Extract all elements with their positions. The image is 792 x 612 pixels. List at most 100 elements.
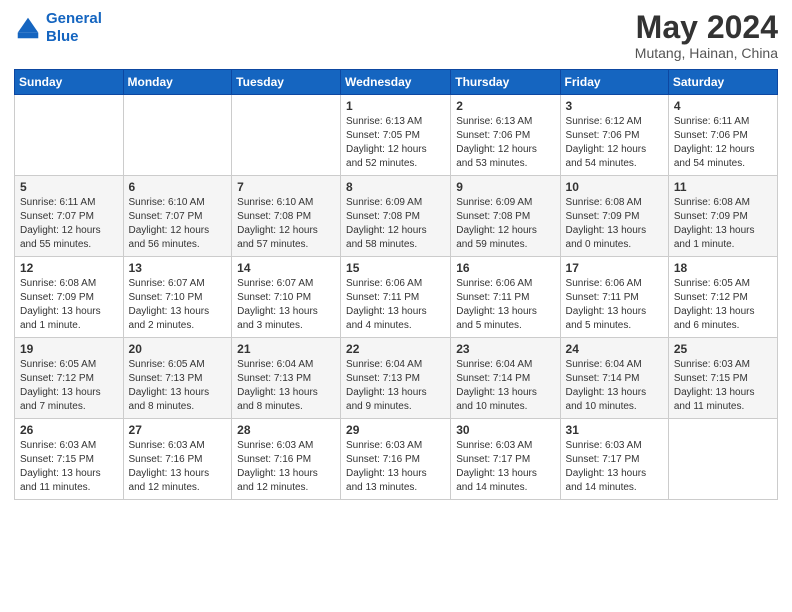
calendar-cell-4-4: 22 Sunrise: 6:04 AM Sunset: 7:13 PM Dayli… (341, 338, 451, 419)
day-number: 2 (456, 99, 554, 113)
calendar-week-3: 12 Sunrise: 6:08 AM Sunset: 7:09 PM Dayli… (15, 257, 778, 338)
day-number: 23 (456, 342, 554, 356)
calendar-cell-4-7: 25 Sunrise: 6:03 AM Sunset: 7:15 PM Dayli… (668, 338, 777, 419)
day-number: 10 (566, 180, 663, 194)
calendar-cell-1-6: 3 Sunrise: 6:12 AM Sunset: 7:06 PM Daylig… (560, 95, 668, 176)
day-info: Sunrise: 6:03 AM Sunset: 7:15 PM Dayligh… (20, 439, 118, 495)
calendar-cell-2-3: 7 Sunrise: 6:10 AM Sunset: 7:08 PM Daylig… (232, 176, 341, 257)
calendar-week-4: 19Sunrise: 6:05 AM Sunset: 7:12 PM Dayli… (15, 338, 778, 419)
day-info: Sunrise: 6:05 AM Sunset: 7:13 PM Dayligh… (129, 358, 227, 414)
day-info: Sunrise: 6:10 AM Sunset: 7:08 PM Dayligh… (237, 196, 335, 252)
calendar-cell-2-4: 8 Sunrise: 6:09 AM Sunset: 7:08 PM Daylig… (341, 176, 451, 257)
day-info: Sunrise: 6:08 AM Sunset: 7:09 PM Dayligh… (20, 277, 118, 333)
logo-blue: Blue (46, 28, 79, 45)
day-info: Sunrise: 6:07 AM Sunset: 7:10 PM Dayligh… (129, 277, 227, 333)
day-info: Sunrise: 6:06 AM Sunset: 7:11 PM Dayligh… (566, 277, 663, 333)
calendar-cell-4-2: 20 Sunrise: 6:05 AM Sunset: 7:13 PM Dayli… (123, 338, 232, 419)
calendar-cell-4-1: 19Sunrise: 6:05 AM Sunset: 7:12 PM Dayli… (15, 338, 124, 419)
calendar-cell-3-7: 18 Sunrise: 6:05 AM Sunset: 7:12 PM Dayli… (668, 257, 777, 338)
calendar-cell-5-5: 30Sunrise: 6:03 AM Sunset: 7:17 PM Dayli… (451, 419, 560, 500)
day-number: 19 (20, 342, 118, 356)
calendar-week-5: 26 Sunrise: 6:03 AM Sunset: 7:15 PM Dayli… (15, 419, 778, 500)
day-info: Sunrise: 6:08 AM Sunset: 7:09 PM Dayligh… (566, 196, 663, 252)
calendar-cell-5-2: 27Sunrise: 6:03 AM Sunset: 7:16 PM Dayli… (123, 419, 232, 500)
location: Mutang, Hainan, China (635, 45, 778, 61)
day-number: 27 (129, 423, 227, 437)
calendar-cell-3-6: 17 Sunrise: 6:06 AM Sunset: 7:11 PM Dayli… (560, 257, 668, 338)
day-number: 1 (346, 99, 445, 113)
day-number: 3 (566, 99, 663, 113)
day-info: Sunrise: 6:04 AM Sunset: 7:14 PM Dayligh… (566, 358, 663, 414)
day-number: 22 (346, 342, 445, 356)
page: General Blue May 2024 Mutang, Hainan, Ch… (0, 0, 792, 612)
calendar-header-saturday: Saturday (668, 70, 777, 95)
day-info: Sunrise: 6:13 AM Sunset: 7:05 PM Dayligh… (346, 115, 445, 171)
day-number: 28 (237, 423, 335, 437)
day-number: 7 (237, 180, 335, 194)
calendar-cell-5-4: 29 Sunrise: 6:03 AM Sunset: 7:16 PM Dayli… (341, 419, 451, 500)
calendar-cell-1-7: 4 Sunrise: 6:11 AM Sunset: 7:06 PM Daylig… (668, 95, 777, 176)
calendar-cell-4-5: 23 Sunrise: 6:04 AM Sunset: 7:14 PM Dayli… (451, 338, 560, 419)
day-number: 17 (566, 261, 663, 275)
calendar-header-sunday: Sunday (15, 70, 124, 95)
calendar-week-2: 5Sunrise: 6:11 AM Sunset: 7:07 PM Daylig… (15, 176, 778, 257)
day-info: Sunrise: 6:11 AM Sunset: 7:06 PM Dayligh… (674, 115, 772, 171)
day-info: Sunrise: 6:12 AM Sunset: 7:06 PM Dayligh… (566, 115, 663, 171)
day-number: 9 (456, 180, 554, 194)
day-number: 26 (20, 423, 118, 437)
day-number: 14 (237, 261, 335, 275)
day-info: Sunrise: 6:09 AM Sunset: 7:08 PM Dayligh… (456, 196, 554, 252)
calendar-cell-2-5: 9 Sunrise: 6:09 AM Sunset: 7:08 PM Daylig… (451, 176, 560, 257)
calendar-cell-2-6: 10 Sunrise: 6:08 AM Sunset: 7:09 PM Dayli… (560, 176, 668, 257)
calendar-cell-5-7 (668, 419, 777, 500)
day-number: 24 (566, 342, 663, 356)
day-info: Sunrise: 6:03 AM Sunset: 7:16 PM Dayligh… (346, 439, 445, 495)
day-number: 29 (346, 423, 445, 437)
calendar-header-wednesday: Wednesday (341, 70, 451, 95)
day-info: Sunrise: 6:03 AM Sunset: 7:17 PM Dayligh… (456, 439, 554, 495)
calendar-cell-1-3 (232, 95, 341, 176)
day-number: 11 (674, 180, 772, 194)
day-info: Sunrise: 6:04 AM Sunset: 7:13 PM Dayligh… (346, 358, 445, 414)
calendar-cell-3-5: 16Sunrise: 6:06 AM Sunset: 7:11 PM Dayli… (451, 257, 560, 338)
day-number: 4 (674, 99, 772, 113)
day-number: 21 (237, 342, 335, 356)
calendar-header-friday: Friday (560, 70, 668, 95)
day-info: Sunrise: 6:09 AM Sunset: 7:08 PM Dayligh… (346, 196, 445, 252)
day-number: 25 (674, 342, 772, 356)
day-info: Sunrise: 6:03 AM Sunset: 7:15 PM Dayligh… (674, 358, 772, 414)
day-info: Sunrise: 6:04 AM Sunset: 7:14 PM Dayligh… (456, 358, 554, 414)
calendar-cell-3-1: 12 Sunrise: 6:08 AM Sunset: 7:09 PM Dayli… (15, 257, 124, 338)
logo: General Blue (14, 10, 102, 46)
day-number: 8 (346, 180, 445, 194)
calendar-header-row: SundayMondayTuesdayWednesdayThursdayFrid… (15, 70, 778, 95)
calendar-cell-1-5: 2 Sunrise: 6:13 AM Sunset: 7:06 PM Daylig… (451, 95, 560, 176)
day-info: Sunrise: 6:04 AM Sunset: 7:13 PM Dayligh… (237, 358, 335, 414)
calendar-cell-3-2: 13Sunrise: 6:07 AM Sunset: 7:10 PM Dayli… (123, 257, 232, 338)
day-info: Sunrise: 6:13 AM Sunset: 7:06 PM Dayligh… (456, 115, 554, 171)
calendar-cell-5-1: 26 Sunrise: 6:03 AM Sunset: 7:15 PM Dayli… (15, 419, 124, 500)
day-number: 6 (129, 180, 227, 194)
calendar-cell-5-6: 31Sunrise: 6:03 AM Sunset: 7:17 PM Dayli… (560, 419, 668, 500)
calendar-header-monday: Monday (123, 70, 232, 95)
calendar-week-1: 1 Sunrise: 6:13 AM Sunset: 7:05 PM Daylig… (15, 95, 778, 176)
day-number: 16 (456, 261, 554, 275)
day-info: Sunrise: 6:11 AM Sunset: 7:07 PM Dayligh… (20, 196, 118, 252)
calendar-cell-4-6: 24 Sunrise: 6:04 AM Sunset: 7:14 PM Dayli… (560, 338, 668, 419)
day-info: Sunrise: 6:07 AM Sunset: 7:10 PM Dayligh… (237, 277, 335, 333)
day-info: Sunrise: 6:05 AM Sunset: 7:12 PM Dayligh… (674, 277, 772, 333)
calendar-cell-2-7: 11Sunrise: 6:08 AM Sunset: 7:09 PM Dayli… (668, 176, 777, 257)
day-number: 12 (20, 261, 118, 275)
day-number: 18 (674, 261, 772, 275)
calendar-header-thursday: Thursday (451, 70, 560, 95)
logo-text: General Blue (46, 10, 102, 46)
calendar-table: SundayMondayTuesdayWednesdayThursdayFrid… (14, 69, 778, 500)
calendar-cell-5-3: 28Sunrise: 6:03 AM Sunset: 7:16 PM Dayli… (232, 419, 341, 500)
day-number: 20 (129, 342, 227, 356)
day-info: Sunrise: 6:10 AM Sunset: 7:07 PM Dayligh… (129, 196, 227, 252)
calendar-header-tuesday: Tuesday (232, 70, 341, 95)
calendar-cell-1-4: 1 Sunrise: 6:13 AM Sunset: 7:05 PM Daylig… (341, 95, 451, 176)
title-block: May 2024 Mutang, Hainan, China (635, 10, 778, 61)
day-number: 31 (566, 423, 663, 437)
calendar-cell-2-2: 6 Sunrise: 6:10 AM Sunset: 7:07 PM Daylig… (123, 176, 232, 257)
